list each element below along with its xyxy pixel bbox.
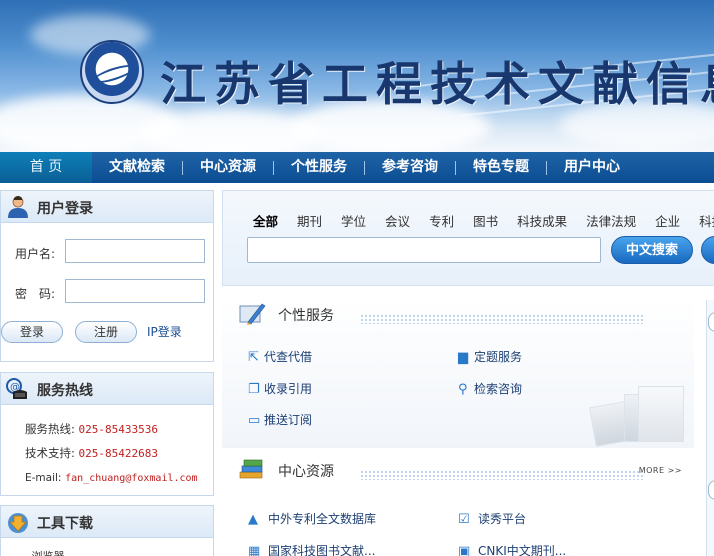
- login-title: 用户登录: [37, 201, 93, 217]
- nav-item-reference-consulting[interactable]: 参考咨询: [365, 152, 455, 183]
- center-resources-header: 中心资源 MORE >>: [222, 452, 694, 486]
- search-tab-laws[interactable]: 法律法规: [586, 211, 636, 230]
- search-panel: 全部 期刊 学位 会议 专利 图书 科技成果 法律法规 企业 科技 中文搜索: [222, 190, 714, 286]
- personal-services-header: 个性服务: [222, 296, 694, 330]
- ip-login-link[interactable]: IP登录: [147, 323, 182, 340]
- service-citation[interactable]: ❐ 收录引用: [248, 380, 312, 397]
- personal-services-section: 个性服务 ⇱ 代查代借 ▆ 定题服务 ❐ 收录引用 ⚲ 检索咨询 ▭ 推送订阅: [222, 296, 694, 448]
- service-hotline-label: 服务热线:: [25, 422, 75, 436]
- resource-duxiu[interactable]: ☑ 读秀平台: [458, 510, 526, 527]
- site-title: 江苏省工程技术文献信息: [160, 57, 714, 111]
- resource-national-library[interactable]: ▦ 国家科技图书文献...: [248, 542, 375, 556]
- books-icon: [239, 459, 263, 479]
- center-resources-title: 中心资源: [278, 464, 334, 480]
- password-input[interactable]: [65, 279, 205, 303]
- login-header: 用户登录: [1, 191, 213, 223]
- service-topic-service[interactable]: ▆ 定题服务: [458, 348, 522, 365]
- personal-services-title: 个性服务: [278, 308, 334, 324]
- site-logo: [80, 40, 144, 104]
- email-label: E-mail:: [25, 472, 62, 484]
- checklist-icon: ☑: [458, 512, 470, 527]
- tech-support-row: 技术支持: 025-85422683: [25, 445, 158, 461]
- search-tab-book[interactable]: 图书: [473, 211, 498, 230]
- username-input[interactable]: [65, 239, 205, 263]
- main-nav: 首 页 文献检索 中心资源 个性服务 参考咨询 特色专题 用户中心: [0, 152, 714, 183]
- magnifier-icon: ⚲: [458, 382, 468, 397]
- search-input[interactable]: [247, 237, 601, 263]
- center-resources-section: 中心资源 MORE >> ▲ 中外专利全文数据库 ☑ 读秀平台 ▦ 国家科技图书文献.…: [222, 452, 694, 556]
- grid-icon: ▦: [248, 544, 261, 556]
- nav-item-personal-services[interactable]: 个性服务: [274, 152, 364, 183]
- search-tab-tech[interactable]: 科技: [699, 211, 714, 230]
- search-tab-achievements[interactable]: 科技成果: [517, 211, 567, 230]
- search-tab-patent[interactable]: 专利: [429, 211, 454, 230]
- service-search-consult[interactable]: ⚲ 检索咨询: [458, 380, 522, 397]
- login-button[interactable]: 登录: [1, 321, 63, 343]
- section-divider: [360, 314, 644, 324]
- search-tabs: 全部 期刊 学位 会议 专利 图书 科技成果 法律法规 企业 科技: [253, 211, 714, 230]
- search-tab-thesis[interactable]: 学位: [341, 211, 366, 230]
- nsl-logo-icon: ▣: [458, 544, 471, 556]
- hotline-header: @ 服务热线: [1, 373, 213, 405]
- side-tab[interactable]: [708, 312, 714, 332]
- search-tab-all[interactable]: 全部: [253, 211, 278, 230]
- nav-item-center-resources[interactable]: 中心资源: [183, 152, 273, 183]
- chinese-search-button[interactable]: 中文搜索: [611, 236, 693, 264]
- resource-cnki[interactable]: ▣ CNKI中文期刊...: [458, 542, 566, 556]
- section-divider: [360, 470, 644, 480]
- register-button[interactable]: 注册: [75, 321, 137, 343]
- right-edge-panel: [706, 300, 714, 556]
- login-panel: 用户登录 用户名: 密 码: 登录 注册 IP登录: [0, 190, 214, 362]
- username-label: 用户名:: [15, 247, 56, 261]
- nav-item-featured-topics[interactable]: 特色专题: [456, 152, 546, 183]
- email-row: E-mail: fan_chuang@foxmail.com: [25, 470, 198, 484]
- service-proxy-borrow[interactable]: ⇱ 代查代借: [248, 348, 312, 365]
- tools-title: 工具下载: [37, 516, 93, 532]
- nav-item-literature-search[interactable]: 文献检索: [92, 152, 182, 183]
- monitor-icon: ▭: [248, 413, 261, 428]
- search-tab-journal[interactable]: 期刊: [297, 211, 322, 230]
- side-tab[interactable]: [708, 480, 714, 500]
- tools-download-panel: 工具下载 ...浏览器: [0, 505, 214, 556]
- download-icon: [8, 513, 28, 533]
- service-hotline-row: 服务热线: 025-85433536: [25, 421, 158, 437]
- document-copy-icon: ❐: [248, 382, 260, 397]
- tools-header: 工具下载: [1, 506, 213, 538]
- nav-item-user-center[interactable]: 用户中心: [547, 152, 637, 183]
- telephone-icon: @: [6, 378, 27, 399]
- resource-patent-db[interactable]: ▲ 中外专利全文数据库: [248, 510, 376, 527]
- pencil-book-icon: [239, 303, 266, 325]
- user-icon: [8, 196, 28, 218]
- share-icon: ⇱: [248, 350, 259, 365]
- search-tab-enterprise[interactable]: 企业: [655, 211, 680, 230]
- tech-support-label: 技术支持:: [25, 446, 75, 460]
- service-push-subscribe[interactable]: ▭ 推送订阅: [248, 411, 312, 428]
- service-hotline-number: 025-85433536: [78, 423, 159, 436]
- email-link[interactable]: fan_chuang@foxmail.com: [65, 473, 197, 484]
- site-banner: 江苏省工程技术文献信息: [0, 0, 714, 152]
- hotline-title: 服务热线: [37, 383, 93, 399]
- folder-icon: ▆: [458, 350, 468, 365]
- tools-item[interactable]: ...浏览器: [21, 548, 65, 556]
- hotline-panel: @ 服务热线 服务热线: 025-85433536 技术支持: 025-8542…: [0, 372, 214, 496]
- more-link[interactable]: MORE >>: [639, 466, 682, 475]
- pyramid-icon: ▲: [248, 512, 258, 527]
- nav-item-home[interactable]: 首 页: [0, 152, 92, 183]
- search-tab-conference[interactable]: 会议: [385, 211, 410, 230]
- secondary-search-button[interactable]: [701, 236, 714, 264]
- document-stack-illustration: [584, 386, 688, 447]
- password-label: 密 码:: [15, 287, 56, 301]
- tech-support-number: 025-85422683: [78, 447, 159, 460]
